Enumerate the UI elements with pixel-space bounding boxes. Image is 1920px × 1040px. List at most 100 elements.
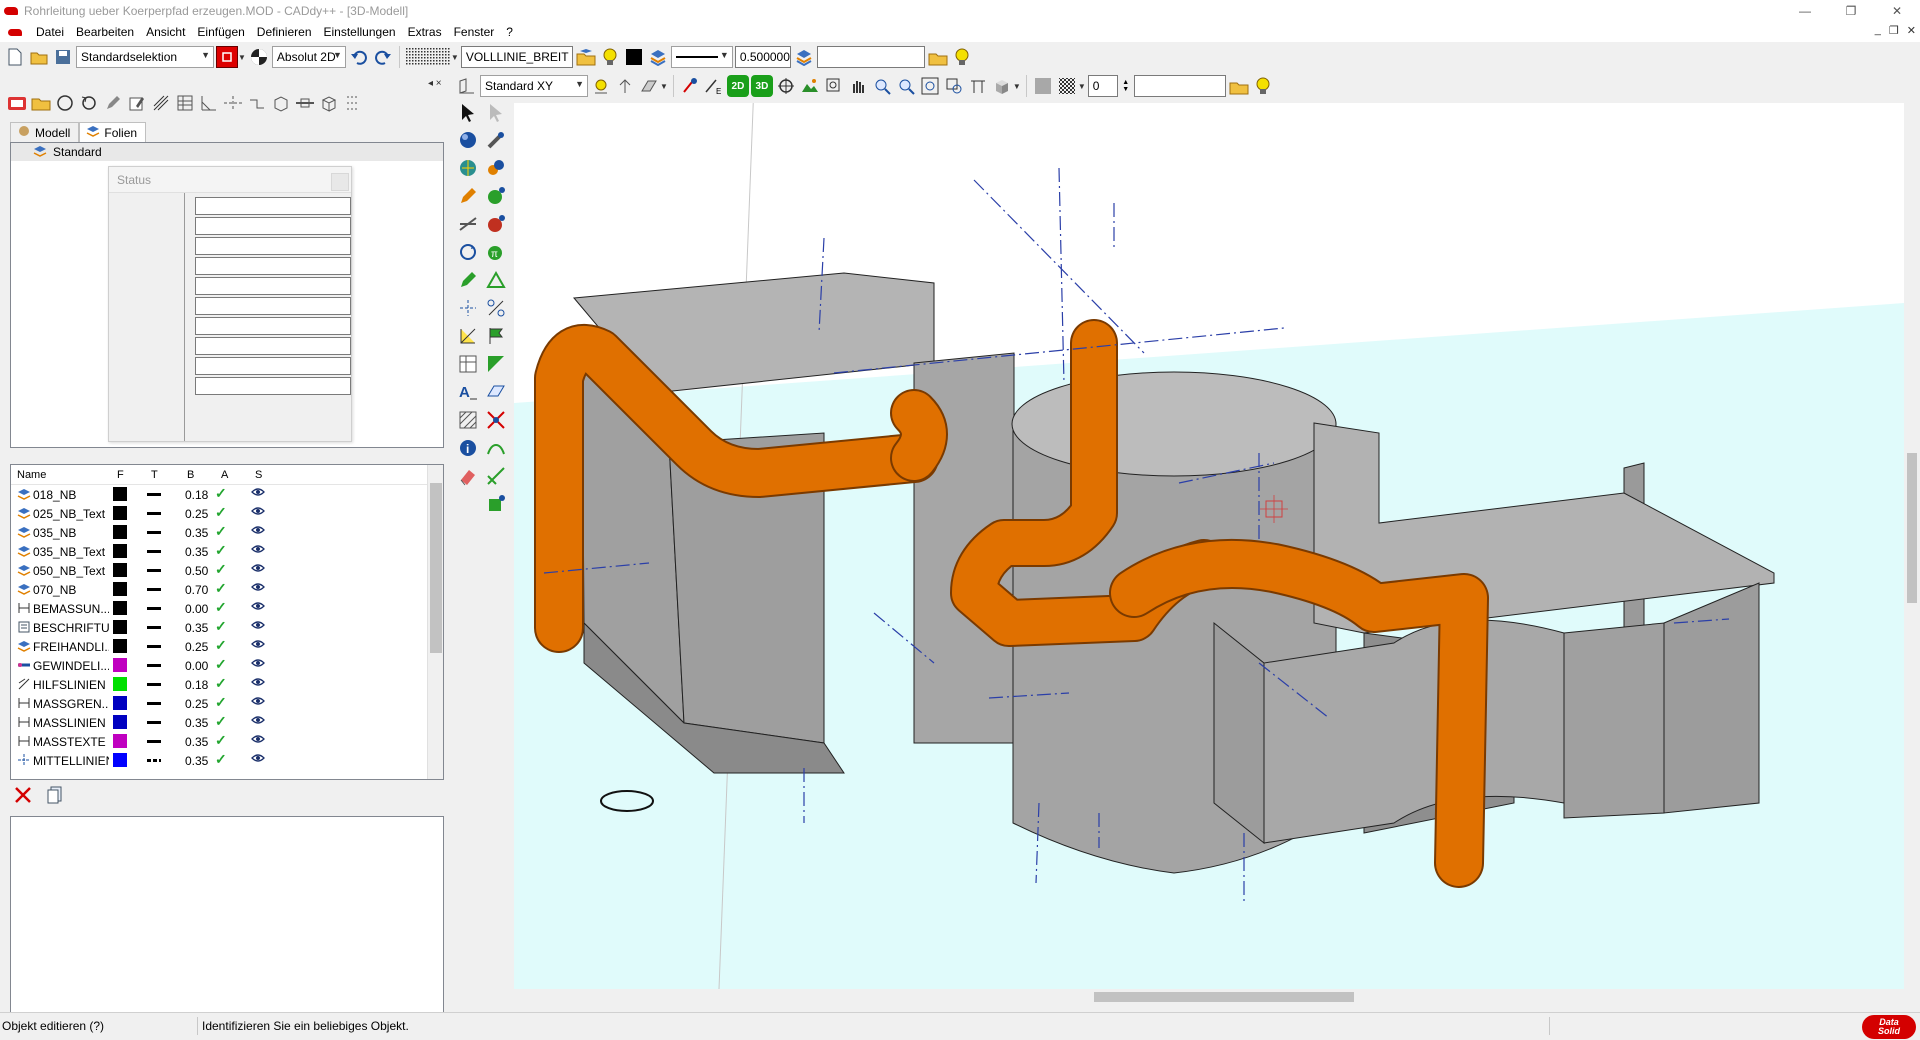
zoom-previous-icon[interactable] [943,75,965,97]
layer-color-swatch[interactable] [113,734,127,748]
column-t[interactable]: T [151,469,158,481]
layer-linetype[interactable] [147,493,161,496]
layer-active-checkmark-icon[interactable]: ✓ [215,561,227,578]
crosshair-line-icon[interactable] [222,92,244,114]
rotate-copy-icon[interactable] [456,240,480,264]
workplane-icon[interactable] [638,75,660,97]
layer-row[interactable]: HILFSLINIEN 0.18 ✓ [11,675,443,694]
zoom-window-icon[interactable] [823,75,845,97]
multi-sphere-icon[interactable] [484,156,508,180]
open-folder-icon[interactable] [28,46,50,68]
plane-select[interactable]: Standard XY ▼ [480,75,588,97]
layer-color-swatch[interactable] [113,753,127,767]
layer-width[interactable]: 0.35 [185,754,208,768]
dashed-cross-icon[interactable] [456,296,480,320]
selection-mode-select[interactable]: Standardselektion ▼ [76,46,214,68]
box-3d-icon[interactable] [270,92,292,114]
layer-width[interactable]: 0.00 [185,602,208,616]
layer-visible-eye-icon[interactable] [251,600,265,615]
layer-visible-eye-icon[interactable] [251,543,265,558]
layer-linetype[interactable] [147,702,161,705]
grid-pattern-icon[interactable] [405,46,451,68]
status-field[interactable] [195,277,351,295]
new-file-icon[interactable] [4,46,26,68]
lightbulb-plane-icon[interactable] [590,75,612,97]
line-style-select[interactable]: ▼ [670,46,733,68]
layer-visible-eye-icon[interactable] [251,638,265,653]
green-sphere-icon[interactable] [484,184,508,208]
layer-active-checkmark-icon[interactable]: ✓ [215,713,227,730]
layer-linetype[interactable] [147,588,161,591]
layer-name-field[interactable] [816,46,925,68]
measure-icon[interactable] [294,92,316,114]
fill-color-swatch[interactable] [1032,75,1054,97]
viewport-hscrollbar[interactable] [514,989,1904,1005]
menu-datei[interactable]: Datei [30,25,70,39]
edge-select-icon[interactable]: E [703,75,725,97]
layer-linetype[interactable] [147,607,161,610]
copy-layer-icon[interactable] [44,784,66,806]
layer-row[interactable]: BEMASSUN... 0.00 ✓ [11,599,443,618]
layer-linetype[interactable] [147,645,161,648]
landscape-view-icon[interactable] [799,75,821,97]
viewport-vscrollbar[interactable] [1904,103,1920,989]
layer-width[interactable]: 0.35 [185,545,208,559]
dimension-yellow-icon[interactable] [456,324,480,348]
trim-tool-icon[interactable] [456,212,480,236]
layer-visible-eye-icon[interactable] [251,752,265,767]
status-field[interactable] [195,377,351,395]
close-button[interactable]: ✕ [1874,0,1920,22]
view-2d-button[interactable]: 2D [726,75,749,97]
layer-color-swatch[interactable] [113,582,127,596]
layer-row[interactable]: 025_NB_Text 0.25 ✓ [11,504,443,523]
hatch-pencil-icon[interactable] [150,92,172,114]
document-menu-icon[interactable] [8,28,22,36]
mdi-minimize-button[interactable]: _ [1875,24,1881,37]
layer-linetype[interactable] [147,683,161,686]
green-pencil-icon[interactable] [456,268,480,292]
layer-visible-eye-icon[interactable] [251,486,265,501]
cube-icon[interactable] [318,92,340,114]
menu-help[interactable]: ? [500,25,519,39]
intersect-tool-icon[interactable] [484,408,508,432]
layers-stack-icon[interactable] [647,46,669,68]
text-grid-icon[interactable] [456,352,480,376]
layer-linetype[interactable] [147,759,161,762]
layer-active-checkmark-icon[interactable]: ✓ [215,656,227,673]
layer-active-checkmark-icon[interactable]: ✓ [215,751,227,768]
layer-linetype[interactable] [147,626,161,629]
dropdown-caret-icon[interactable]: ▼ [451,53,459,62]
lightbulb-icon[interactable] [1252,75,1274,97]
layer-row[interactable]: MITTELLINIEN 0.35 ✓ [11,751,443,770]
axis-arrow-icon[interactable] [614,75,636,97]
info-icon[interactable]: i [456,436,480,460]
secondary-select-icon[interactable] [484,100,508,124]
select-arrow-icon[interactable] [456,100,480,124]
text-tool-icon[interactable]: A [456,380,480,404]
curve-tool-icon[interactable] [484,436,508,460]
triangle-measure-icon[interactable] [484,268,508,292]
layer-color-swatch[interactable] [113,639,127,653]
layer-active-checkmark-icon[interactable]: ✓ [215,580,227,597]
layer-width[interactable]: 0.35 [185,735,208,749]
layer-manager-icon[interactable] [6,92,28,114]
layer-row[interactable]: BESCHRIFTU... 0.35 ✓ [11,618,443,637]
layer-folder-icon[interactable] [1228,75,1250,97]
layer-active-checkmark-icon[interactable]: ✓ [215,485,227,502]
layer-list-scrollbar[interactable] [427,465,443,779]
layer-linetype[interactable] [147,531,161,534]
dock-controls[interactable]: ◂ × [428,78,442,89]
layer-visible-eye-icon[interactable] [251,676,265,691]
menu-extras[interactable]: Extras [402,25,448,39]
layer-color-swatch[interactable] [113,696,127,710]
status-field[interactable] [195,357,351,375]
layer-active-checkmark-icon[interactable]: ✓ [215,637,227,654]
globe-edit-icon[interactable] [456,156,480,180]
layer-row[interactable]: 035_NB_Text 0.35 ✓ [11,542,443,561]
green-block-icon[interactable] [484,492,508,516]
status-field[interactable] [195,337,351,355]
layer-width[interactable]: 0.50 [185,564,208,578]
layer-active-checkmark-icon[interactable]: ✓ [215,599,227,616]
red-sphere-icon[interactable] [484,212,508,236]
rotate-view-icon[interactable] [775,75,797,97]
